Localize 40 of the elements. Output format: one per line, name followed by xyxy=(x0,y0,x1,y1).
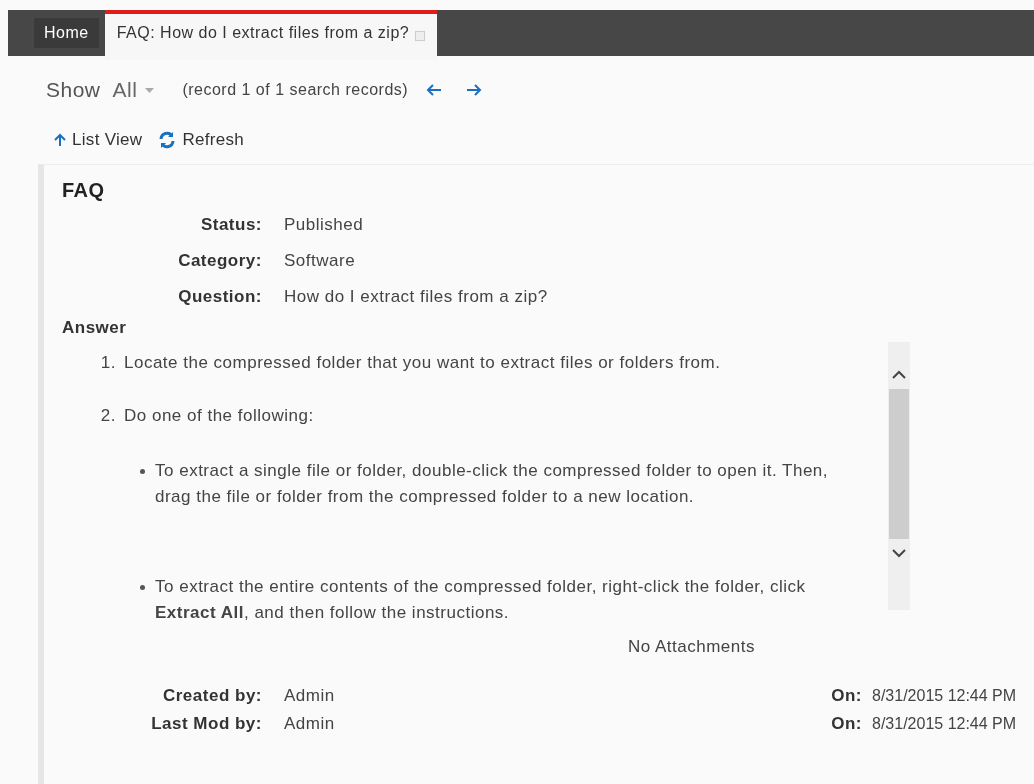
step-number: 2. xyxy=(99,405,117,427)
chevron-up-icon[interactable] xyxy=(892,370,906,379)
field-value: How do I extract files from a zip? xyxy=(284,286,549,308)
audit-label: Last Mod by: xyxy=(150,713,262,735)
answer-heading: Answer xyxy=(62,318,128,338)
attachments-text: No Attachments xyxy=(628,637,756,657)
up-arrow-icon xyxy=(54,133,66,147)
bullet-icon xyxy=(140,469,145,474)
caret-icon xyxy=(145,87,155,93)
bullet-icon xyxy=(140,585,145,590)
right-arrow-icon xyxy=(466,83,483,97)
bullet-text: To extract a single file or folder, double-click the compressed folder to open it. Then, drag the file or folder from the compressed folder to a new location. xyxy=(155,460,830,508)
field-value: Software xyxy=(284,250,357,272)
field-label: Category: xyxy=(177,250,262,272)
step-text: Do one of the following: xyxy=(124,405,315,427)
record-title: FAQ xyxy=(62,179,106,202)
audit-value: Admin xyxy=(284,685,336,707)
audit-value: Admin xyxy=(284,713,336,735)
tab[interactable]: Home xyxy=(34,18,99,48)
scrollbar[interactable] xyxy=(888,342,910,610)
bullet-text: To extract the entire contents of the compressed folder, right-click the folder, click Extract All, and then follow the instructions. xyxy=(155,576,807,624)
refresh-icon xyxy=(158,131,177,149)
scrollbar-thumb[interactable] xyxy=(889,389,909,539)
step-number: 1. xyxy=(99,352,117,374)
date-value: 8/31/2015 12:44 PM xyxy=(872,714,1018,734)
record-info: (record 1 of 1 search records) xyxy=(182,81,409,99)
field-label: Question: xyxy=(177,286,262,308)
field-value: Published xyxy=(284,214,365,236)
field-label: Status: xyxy=(199,214,262,236)
list-view-button[interactable]: List View xyxy=(54,130,143,150)
show-label: Show xyxy=(46,78,101,102)
date-label: On: xyxy=(830,713,862,735)
audit-label: Created by: xyxy=(161,685,262,707)
left-arrow-icon xyxy=(426,83,443,97)
date-value: 8/31/2015 12:44 PM xyxy=(872,686,1018,706)
step-text: Locate the compressed folder that you want to extract files or folders from. xyxy=(124,352,722,374)
show-dropdown[interactable]: All xyxy=(112,78,171,102)
chevron-down-icon[interactable] xyxy=(892,549,906,558)
date-label: On: xyxy=(830,685,862,707)
refresh-button[interactable]: Refresh xyxy=(158,130,245,150)
